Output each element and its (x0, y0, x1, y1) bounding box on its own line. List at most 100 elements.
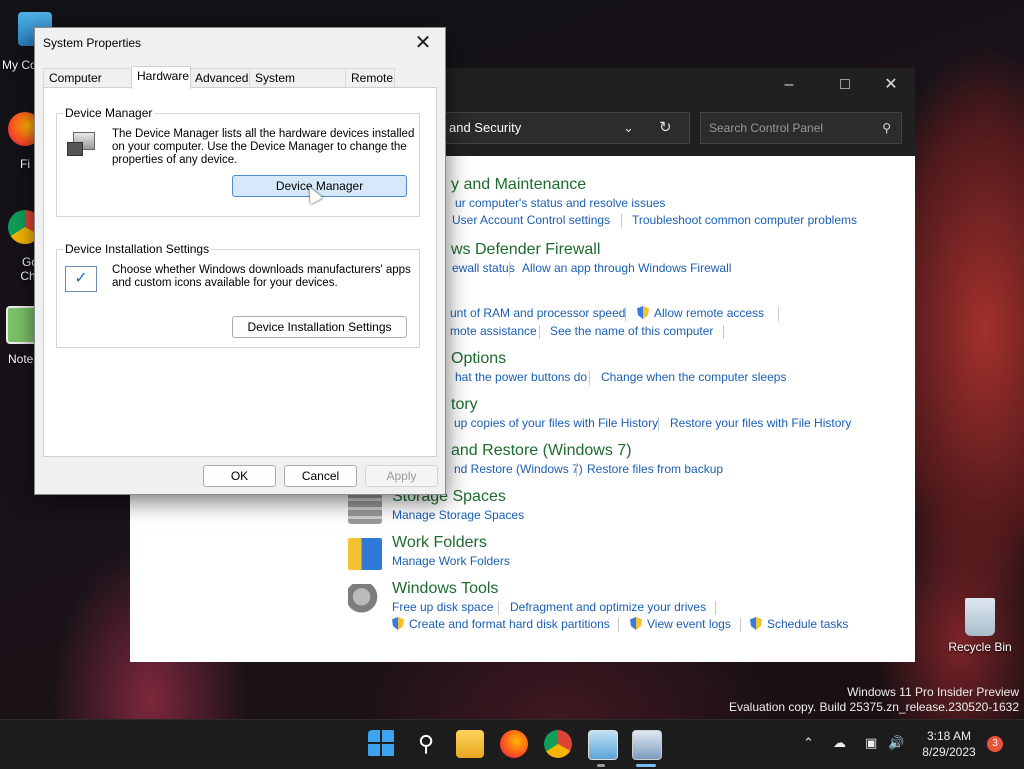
category-title[interactable]: and Restore (Windows 7) (451, 442, 632, 460)
link-manage-storage[interactable]: Manage Storage Spaces (392, 508, 524, 522)
recycle-bin-icon (965, 598, 995, 636)
tab-system-protection[interactable]: System Protection (249, 68, 347, 104)
device-manager-group: Device Manager The Device Manager lists … (56, 106, 420, 217)
search-placeholder: Search Control Panel (709, 121, 824, 135)
link-ram-processor[interactable]: unt of RAM and processor speed (450, 306, 625, 320)
link-text: Create and format hard disk partitions (409, 617, 610, 631)
firefox-icon[interactable] (500, 730, 528, 758)
link-text: Schedule tasks (767, 617, 849, 631)
taskbar: ⚲ ⌃ ☁ ▣ 🔊 3:18 AM 8/29/2023 3 (0, 719, 1024, 769)
checkbox-monitor-icon: ✓ (65, 266, 97, 292)
device-manager-line2: on your computer. Use the Device Manager… (112, 141, 407, 153)
system-properties-dialog: System Properties ✕ Computer Name Hardwa… (34, 27, 446, 495)
search-input[interactable]: Search Control Panel ⚲ (700, 112, 902, 144)
system-properties-icon[interactable] (632, 730, 662, 760)
active-indicator (636, 764, 656, 767)
link-free-disk-space[interactable]: Free up disk space (392, 600, 493, 614)
device-manager-line3: properties of any device. (112, 154, 238, 166)
device-installation-group: Device Installation Settings ✓ Choose wh… (56, 242, 420, 348)
windows-tools-icon (348, 584, 382, 616)
desktop-icon-recycle-bin[interactable]: Recycle Bin (940, 598, 1020, 654)
device-installation-settings-button[interactable]: Device Installation Settings (232, 316, 407, 338)
link-allow-remote-access[interactable]: Allow remote access (637, 306, 764, 320)
notification-count: 3 (992, 738, 998, 749)
storage-spaces-icon (348, 492, 382, 524)
link-text: Allow remote access (654, 306, 765, 320)
link-power-buttons[interactable]: hat the power buttons do (455, 370, 587, 384)
work-folders-icon (348, 538, 382, 570)
link-uac-settings[interactable]: User Account Control settings (452, 213, 610, 227)
apply-button[interactable]: Apply (365, 465, 438, 487)
running-indicator (597, 764, 605, 767)
shield-icon (392, 617, 404, 630)
category-title[interactable]: Windows Tools (392, 580, 498, 598)
ok-button[interactable]: OK (203, 465, 276, 487)
close-icon[interactable]: ✕ (409, 30, 437, 56)
link-backup-copies[interactable]: up copies of your files with File Histor… (454, 416, 658, 430)
category-title[interactable]: Work Folders (392, 534, 487, 552)
link-restore-from-backup[interactable]: Restore files from backup (587, 462, 723, 476)
link-computer-sleeps[interactable]: Change when the computer sleeps (601, 370, 786, 384)
link-restore-files[interactable]: Restore your files with File History (670, 416, 851, 430)
tab-remote[interactable]: Remote (345, 68, 395, 88)
clock[interactable]: 3:18 AM 8/29/2023 (920, 728, 978, 760)
desktop-icon-label: Fi (20, 157, 30, 171)
shield-icon (750, 617, 762, 630)
chevron-up-icon[interactable]: ⌃ (803, 735, 814, 751)
link-remote-assistance[interactable]: mote assistance (450, 324, 537, 338)
link-firewall-status[interactable]: ewall status (452, 261, 515, 275)
watermark-line2: Evaluation copy. Build 25375.zn_release.… (729, 700, 1019, 714)
tab-strip: Computer Name Hardware Advanced System P… (43, 66, 435, 104)
watermark-line1: Windows 11 Pro Insider Preview (847, 685, 1019, 699)
chevron-down-icon[interactable]: ⌄ (623, 113, 634, 143)
category-title[interactable]: Options (451, 350, 506, 368)
link-troubleshoot[interactable]: Troubleshoot common computer problems (632, 213, 857, 227)
hardware-tab-panel: Device Manager The Device Manager lists … (43, 87, 437, 457)
install-settings-line2: and custom icons available for your devi… (112, 277, 338, 289)
notification-badge[interactable]: 3 (987, 736, 1003, 752)
link-event-logs[interactable]: View event logs (630, 617, 731, 631)
address-bar[interactable]: and Security ⌄ ↻ (436, 112, 690, 144)
refresh-icon[interactable]: ↻ (659, 113, 672, 143)
minimize-icon[interactable]: – (766, 68, 812, 102)
tab-advanced[interactable]: Advanced (189, 68, 251, 88)
desktop-icon-label: My Co (2, 58, 37, 72)
file-explorer-icon[interactable] (456, 730, 484, 758)
cloud-offline-icon[interactable]: ☁ (833, 735, 846, 751)
address-path: and Security (449, 120, 522, 135)
maximize-icon[interactable]: □ (822, 68, 868, 102)
clock-time: 3:18 AM (926, 729, 972, 743)
volume-icon[interactable]: 🔊 (888, 735, 904, 751)
category-title[interactable]: tory (451, 396, 478, 414)
link-backup-restore[interactable]: nd Restore (Windows 7) (454, 462, 583, 476)
cancel-button[interactable]: Cancel (284, 465, 357, 487)
category-title[interactable]: y and Maintenance (451, 176, 586, 194)
tab-hardware[interactable]: Hardware (131, 66, 191, 89)
device-manager-icon (67, 132, 95, 156)
device-manager-line1: The Device Manager lists all the hardwar… (112, 128, 415, 140)
start-icon[interactable] (368, 730, 396, 758)
search-icon[interactable]: ⚲ (882, 113, 891, 143)
link-schedule-tasks[interactable]: Schedule tasks (750, 617, 848, 631)
link-computer-name[interactable]: See the name of this computer (550, 324, 713, 338)
group-label: Device Installation Settings (63, 242, 212, 256)
link-check-status[interactable]: ur computer's status and resolve issues (455, 196, 665, 210)
network-icon[interactable]: ▣ (865, 735, 877, 751)
evaluation-watermark: Windows 11 Pro Insider Preview Evaluatio… (729, 685, 1019, 715)
shield-icon (630, 617, 642, 630)
desktop-icon-label: Recycle Bin (948, 640, 1012, 654)
install-settings-line1: Choose whether Windows downloads manufac… (112, 264, 411, 276)
group-label: Device Manager (63, 106, 155, 120)
control-panel-icon[interactable] (588, 730, 618, 760)
link-allow-app[interactable]: Allow an app through Windows Firewall (522, 261, 731, 275)
link-manage-work-folders[interactable]: Manage Work Folders (392, 554, 510, 568)
search-icon[interactable]: ⚲ (412, 730, 440, 758)
chrome-icon[interactable] (544, 730, 572, 758)
link-defragment[interactable]: Defragment and optimize your drives (510, 600, 706, 614)
category-title[interactable]: ws Defender Firewall (451, 241, 600, 259)
close-icon[interactable]: ✕ (868, 68, 914, 102)
link-disk-partitions[interactable]: Create and format hard disk partitions (392, 617, 610, 631)
clock-date: 8/29/2023 (922, 745, 976, 759)
tab-computer-name[interactable]: Computer Name (43, 68, 133, 104)
shield-icon (637, 306, 649, 319)
